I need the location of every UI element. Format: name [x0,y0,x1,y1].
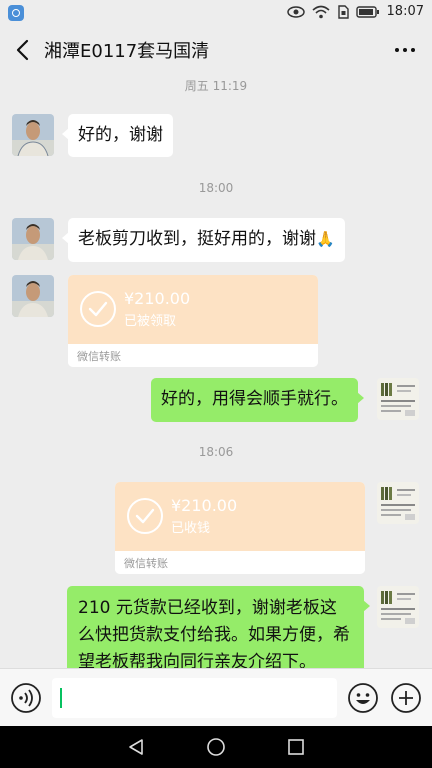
incoming-message[interactable]: 老板剪刀收到，挺好用的，谢谢🙏 [62,218,345,262]
nav-back-icon[interactable] [126,737,146,757]
nav-recent-apps-icon[interactable] [286,737,306,757]
transfer-label: 微信转账 [77,350,121,363]
clock: 18:07 [386,4,424,19]
timestamp: 周五 11:19 [184,79,248,93]
chat-header: 湘潭E0117套马国清 [0,26,432,74]
message-text: 好的，用得会顺手就行。 [161,389,348,409]
transfer-status: 已收钱 [171,521,211,536]
my-avatar[interactable] [377,482,419,524]
status-icons: 18:07 [286,4,424,19]
timestamp: 18:00 [198,181,234,195]
wifi-icon [312,5,330,18]
message-text: 好的，谢谢 [78,125,163,145]
transfer-status: 已被领取 [124,314,177,329]
contact-avatar[interactable] [12,275,54,317]
my-avatar[interactable] [377,378,419,420]
contact-avatar[interactable] [12,114,54,156]
system-navigation-bar [0,726,432,768]
voice-input-icon[interactable] [10,682,42,714]
nav-home-icon[interactable] [206,737,226,757]
more-options-icon[interactable] [392,38,418,62]
chat-title: 湘潭E0117套马国清 [44,41,210,62]
contact-avatar[interactable] [12,218,54,260]
timestamp: 18:06 [198,445,234,459]
add-attachment-icon[interactable] [390,682,422,714]
transfer-card-body: ¥210.00 已收钱 [115,482,365,551]
praying-hands-emoji: 🙏 [316,230,335,248]
battery-icon [355,5,379,18]
status-bar: 18:07 [0,0,432,26]
transfer-label: 微信转账 [124,557,168,570]
check-circle-icon [80,291,116,327]
text-cursor [60,688,62,708]
message-list[interactable]: 周五 11:19 好的，谢谢 18:00 老板剪刀收到，挺好用的，谢谢🙏 ¥21… [0,74,432,668]
message-text: 210 元货款已经收到，谢谢老板这么快把货款支付给我。如果方便，希望老板帮我向同… [78,598,350,668]
message-text: 老板剪刀收到，挺好用的，谢谢 [78,229,316,249]
check-circle-icon [127,498,163,534]
transfer-amount: ¥210.00 [124,289,191,308]
back-arrow-icon[interactable] [10,36,38,64]
transfer-card[interactable]: ¥210.00 已被领取 微信转账 [68,275,318,367]
sim-icon [337,4,349,19]
outgoing-message[interactable]: 好的，用得会顺手就行。 [151,378,364,422]
emoji-icon[interactable] [347,682,379,714]
transfer-card[interactable]: ¥210.00 已收钱 微信转账 [115,482,365,574]
my-avatar[interactable] [377,586,419,628]
transfer-amount: ¥210.00 [171,496,238,515]
message-input[interactable] [52,678,337,718]
eye-icon [286,5,305,18]
incoming-message[interactable]: 好的，谢谢 [62,114,173,157]
outgoing-message[interactable]: 210 元货款已经收到，谢谢老板这么快把货款支付给我。如果方便，希望老板帮我向同… [67,586,370,668]
transfer-card-body: ¥210.00 已被领取 [68,275,318,344]
app-notification-icon [8,5,24,21]
input-bar [0,668,432,726]
